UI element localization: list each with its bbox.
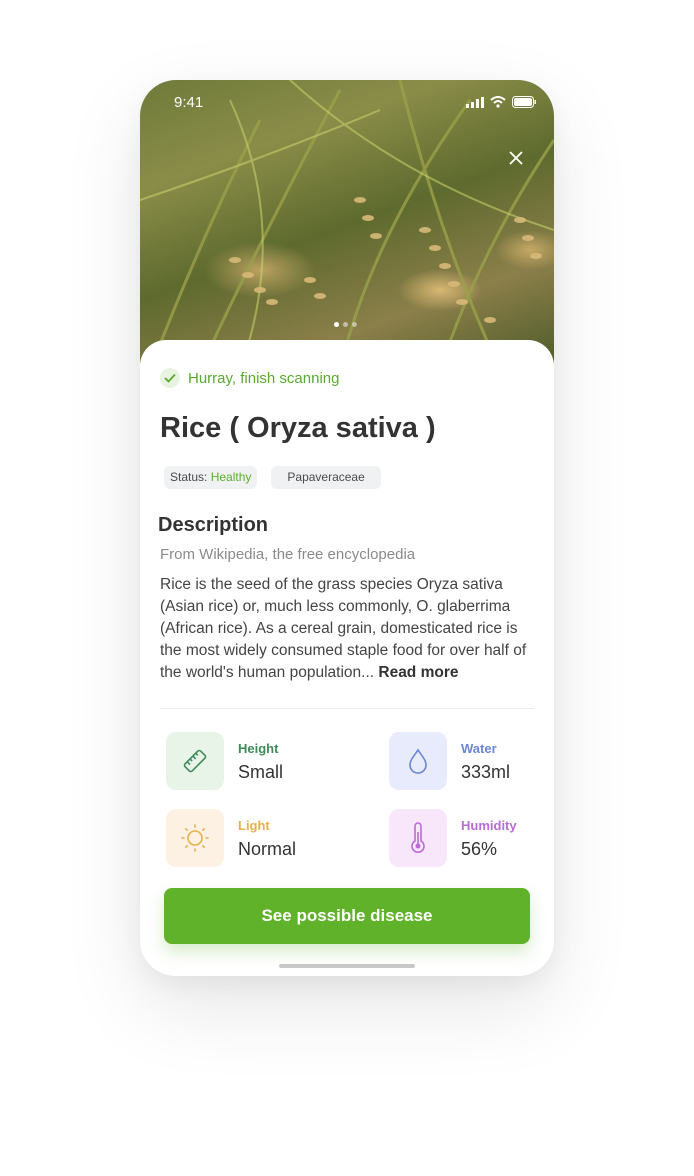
stat-value: Small — [238, 762, 284, 782]
status-badge: Status: Healthy — [164, 466, 258, 489]
home-indicator[interactable] — [279, 964, 415, 968]
plant-detail-sheet: Hurray, finish scanning Rice ( Oryza sat… — [140, 340, 554, 976]
status-time: 9:41 — [174, 94, 204, 111]
plant-photo: 9:41 — [140, 80, 554, 370]
plant-title: Rice ( Oryza sativa ) — [160, 412, 436, 444]
stat-water: Water 333ml — [389, 732, 510, 790]
pagination-dot[interactable] — [352, 322, 357, 327]
phone-screen: 9:41 Hurray, finish scanning Rice (Oryz… — [140, 80, 554, 976]
thermometer-icon — [389, 809, 447, 867]
battery-icon — [512, 96, 536, 108]
check-icon — [160, 368, 180, 388]
sun-icon — [166, 809, 224, 867]
pagination-dot[interactable] — [343, 322, 348, 327]
status-value: Healthy — [210, 470, 252, 484]
scan-message: Hurray, finish scanning — [188, 369, 340, 387]
stat-humidity: Humidity 56% — [389, 809, 517, 867]
image-pagination[interactable] — [334, 322, 357, 327]
stat-label: Height — [238, 741, 279, 756]
stat-label: Light — [238, 818, 270, 833]
pagination-dot[interactable] — [334, 322, 339, 327]
stat-value: 56% — [461, 839, 498, 859]
description-heading: Description — [158, 514, 269, 536]
stat-value: Normal — [238, 839, 297, 859]
status-bar: 9:41 — [140, 80, 554, 124]
stat-height: Height Small — [166, 732, 283, 790]
ruler-icon — [166, 732, 224, 790]
stat-value: 333ml — [461, 762, 511, 782]
description-source: From Wikipedia, the free encyclopedia — [160, 546, 416, 563]
signal-icon — [466, 96, 484, 108]
system-icons — [466, 96, 536, 108]
read-more-link[interactable]: Read more — [378, 664, 458, 681]
description-text: Rice is the seed of the grass species Or… — [160, 576, 527, 681]
stat-label: Water — [461, 741, 497, 756]
see-possible-disease-button[interactable]: See possible disease — [164, 888, 530, 944]
family-badge: Papaveraceae — [271, 466, 381, 489]
status-label: Status: — [170, 470, 208, 484]
scan-success-banner: Hurray, finish scanning — [160, 368, 339, 388]
divider — [160, 708, 534, 709]
plant-tags: Status: Healthy Papaveraceae — [164, 466, 381, 489]
stat-light: Light Normal — [166, 809, 296, 867]
stat-label: Humidity — [461, 818, 517, 833]
description-body: Rice is the seed of the grass species Or… — [160, 574, 540, 684]
wifi-icon — [490, 96, 506, 108]
water-drop-icon — [389, 732, 447, 790]
close-icon[interactable] — [506, 148, 526, 168]
